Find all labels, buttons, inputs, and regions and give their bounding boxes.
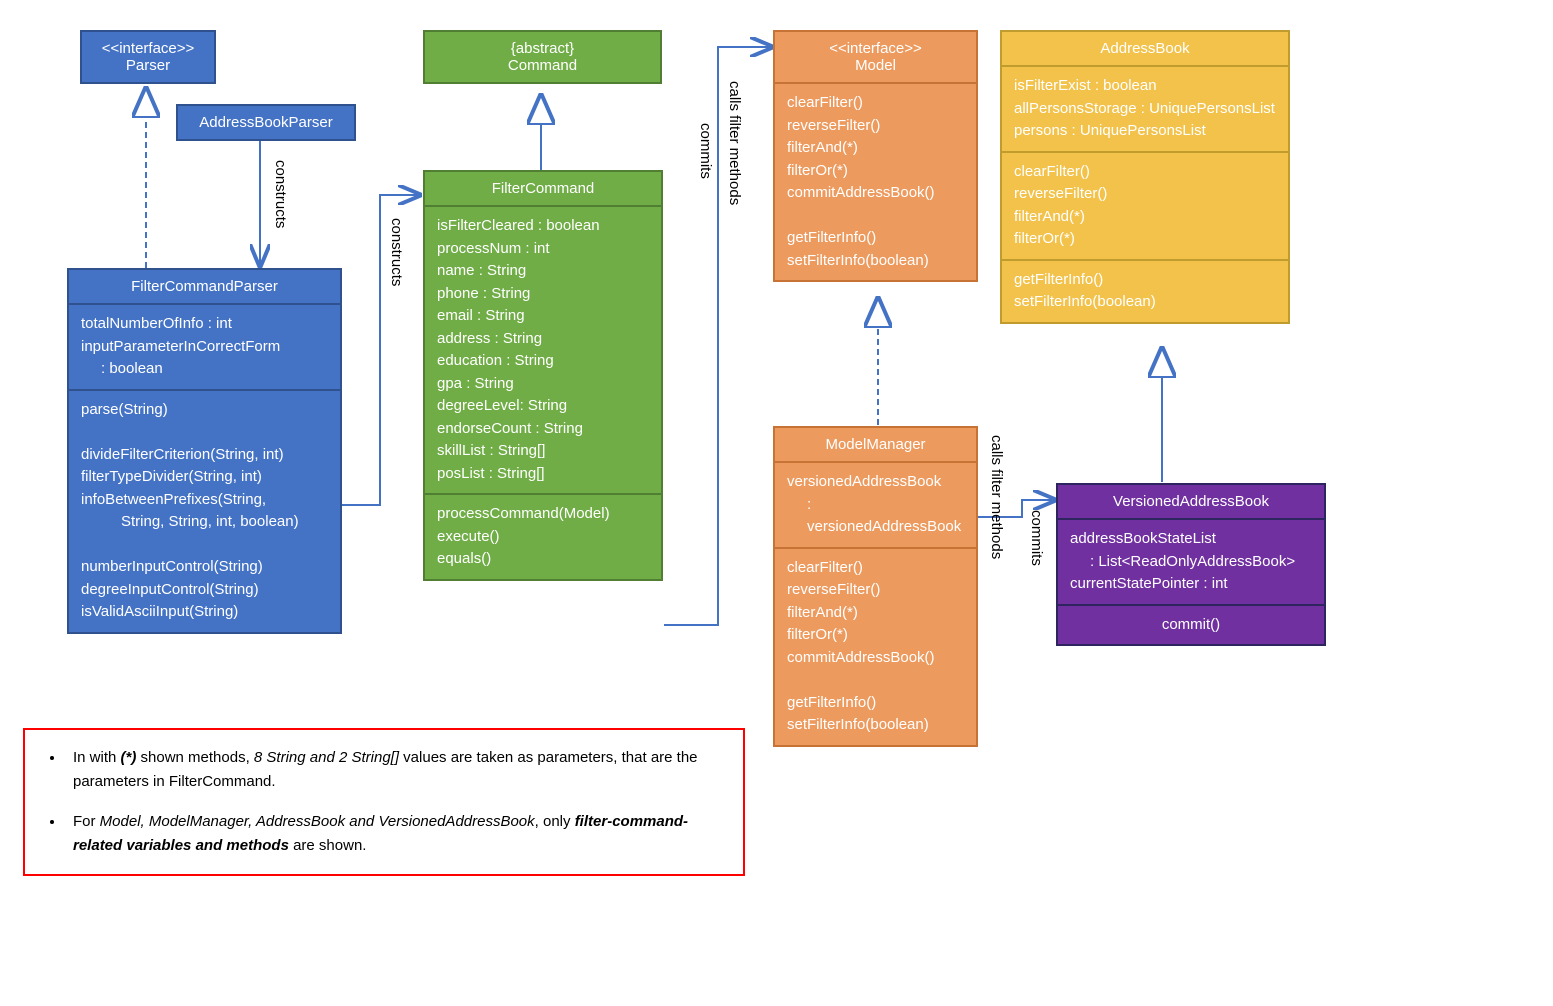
attr-line: : boolean [81,358,328,381]
model-stereotype: <<interface>> [779,40,972,57]
attr-line: gpa : String [437,373,649,396]
op-line: filterOr(*) [787,160,964,183]
label-constructs-1: constructs [272,160,289,228]
class-addressbookparser: AddressBookParser [176,104,356,141]
parser-name: Parser [86,57,210,74]
attr-line: education : String [437,350,649,373]
command-name: Command [429,57,656,74]
op-line: processCommand(Model) [437,503,649,526]
op-line: filterOr(*) [1014,228,1276,251]
attr-line: posList : String[] [437,463,649,486]
label-commits-1: commits [697,123,714,179]
note-box: In with (*) shown methods, 8 String and … [23,728,745,876]
attr-line: totalNumberOfInfo : int [81,313,328,336]
class-command: {abstract} Command [423,30,662,84]
op-line: reverseFilter() [787,579,964,602]
label-callsfilter-2: calls filter methods [988,435,1005,559]
op-line: commitAddressBook() [787,647,964,670]
modelmanager-name: ModelManager [775,428,976,463]
op-line: filterTypeDivider(String, int) [81,466,328,489]
note-line-2: For Model, ModelManager, AddressBook and… [65,810,723,858]
op-line: clearFilter() [1014,161,1276,184]
op-line: equals() [437,548,649,571]
class-versionedaddressbook: VersionedAddressBook addressBookStateLis… [1056,483,1326,646]
op-line: execute() [437,526,649,549]
attr-line: isFilterCleared : boolean [437,215,649,238]
label-callsfilter-1: calls filter methods [726,81,743,205]
attr-line: currentStatePointer : int [1070,573,1312,596]
op-line: reverseFilter() [1014,183,1276,206]
op-line: filterAnd(*) [1014,206,1276,229]
versionedaddressbook-name: VersionedAddressBook [1058,485,1324,520]
parser-stereotype: <<interface>> [86,40,210,57]
op-line: String, String, int, boolean) [81,511,328,534]
op-line: commitAddressBook() [787,182,964,205]
op-line: setFilterInfo(boolean) [787,250,964,273]
op-line: filterAnd(*) [787,137,964,160]
class-parser: <<interface>> Parser [80,30,216,84]
command-stereotype: {abstract} [429,40,656,57]
attr-line: addressBookStateList [1070,528,1312,551]
model-name: Model [779,57,972,74]
op-line: getFilterInfo() [787,227,964,250]
op-line: clearFilter() [787,557,964,580]
attr-line: : versionedAddressBook [787,494,964,539]
attr-line: persons : UniquePersonsList [1014,120,1276,143]
op-line: divideFilterCriterion(String, int) [81,444,328,467]
op-line: setFilterInfo(boolean) [787,714,964,737]
op-line: filterAnd(*) [787,602,964,625]
class-filtercommandparser: FilterCommandParser totalNumberOfInfo : … [67,268,342,634]
op-line: commit() [1070,614,1312,637]
op-line: degreeInputControl(String) [81,579,328,602]
op-line: getFilterInfo() [787,692,964,715]
attr-line: phone : String [437,283,649,306]
attr-line: endorseCount : String [437,418,649,441]
attr-line: address : String [437,328,649,351]
class-addressbook: AddressBook isFilterExist : boolean allP… [1000,30,1290,324]
op-line: parse(String) [81,399,328,422]
op-line: setFilterInfo(boolean) [1014,291,1276,314]
op-line: isValidAsciiInput(String) [81,601,328,624]
attr-line: processNum : int [437,238,649,261]
attr-line: inputParameterInCorrectForm [81,336,328,359]
addressbook-name: AddressBook [1002,32,1288,67]
op-line: clearFilter() [787,92,964,115]
filtercommandparser-name: FilterCommandParser [69,270,340,305]
attr-line: skillList : String[] [437,440,649,463]
class-model: <<interface>> Model clearFilter() revers… [773,30,978,282]
label-commits-2: commits [1028,510,1045,566]
note-line-1: In with (*) shown methods, 8 String and … [65,746,723,794]
label-constructs-2: constructs [388,218,405,286]
attr-line: versionedAddressBook [787,471,964,494]
op-line: getFilterInfo() [1014,269,1276,292]
filtercommand-name: FilterCommand [425,172,661,207]
attr-line: allPersonsStorage : UniquePersonsList [1014,98,1276,121]
op-line: filterOr(*) [787,624,964,647]
attr-line: email : String [437,305,649,328]
attr-line: degreeLevel: String [437,395,649,418]
op-line: infoBetweenPrefixes(String, [81,489,328,512]
attr-line: name : String [437,260,649,283]
op-line: numberInputControl(String) [81,556,328,579]
addressbookparser-name: AddressBookParser [178,106,354,139]
attr-line: isFilterExist : boolean [1014,75,1276,98]
op-line: reverseFilter() [787,115,964,138]
class-filtercommand: FilterCommand isFilterCleared : boolean … [423,170,663,581]
attr-line: : List<ReadOnlyAddressBook> [1070,551,1312,574]
class-modelmanager: ModelManager versionedAddressBook : vers… [773,426,978,747]
